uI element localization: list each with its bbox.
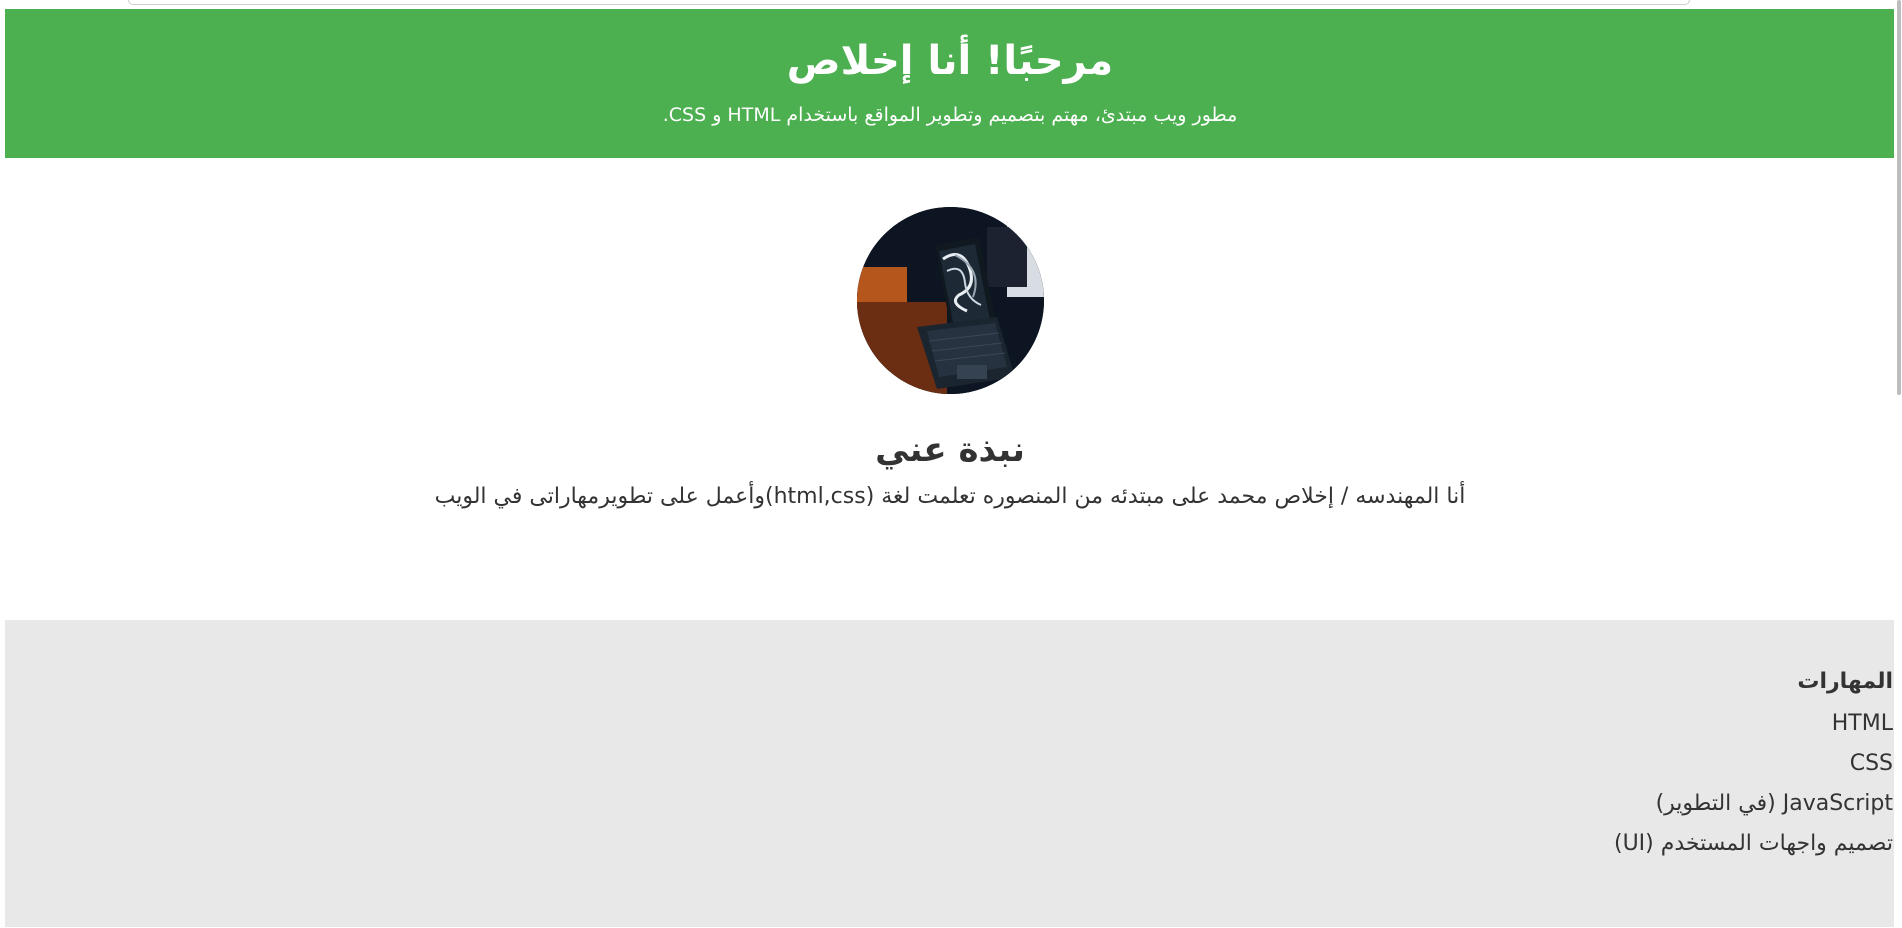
top-edge [128,0,1690,5]
skills-list: HTML CSS JavaScript (في التطوير) تصميم و… [5,704,1893,864]
profile-photo [856,207,1044,394]
about-text: أنا المهندسه / إخلاص محمد على مبتدئه من … [434,484,1466,509]
skills-section: المهارات HTML CSS JavaScript (في التطوير… [5,620,1895,927]
skill-item-ui-design: تصميم واجهات المستخدم (UI) [1613,831,1893,856]
page-header: مرحبًا! أنا إخلاص مطور ويب مبتدئ، مهتم ب… [5,9,1895,158]
skill-item-html: HTML [1831,711,1893,736]
laptop-photo-icon [856,207,1044,394]
page-title: مرحبًا! أنا إخلاص [786,38,1114,84]
vertical-scrollbar[interactable] [1894,0,1902,928]
skill-item-css: CSS [1849,751,1893,776]
page-subtitle: مطور ويب مبتدئ، مهتم بتصميم وتطوير الموا… [662,104,1238,126]
about-section: نبذة عني أنا المهندسه / إخلاص محمد على م… [5,207,1895,620]
skill-item-javascript: JavaScript (في التطوير) [1655,791,1893,816]
scrollbar-thumb[interactable] [1897,0,1901,395]
about-heading: نبذة عني [875,430,1025,470]
skills-heading: المهارات [1797,669,1893,694]
browser-viewport: مرحبًا! أنا إخلاص مطور ويب مبتدئ، مهتم ب… [0,0,1902,928]
portfolio-page: مرحبًا! أنا إخلاص مطور ويب مبتدئ، مهتم ب… [5,9,1895,928]
